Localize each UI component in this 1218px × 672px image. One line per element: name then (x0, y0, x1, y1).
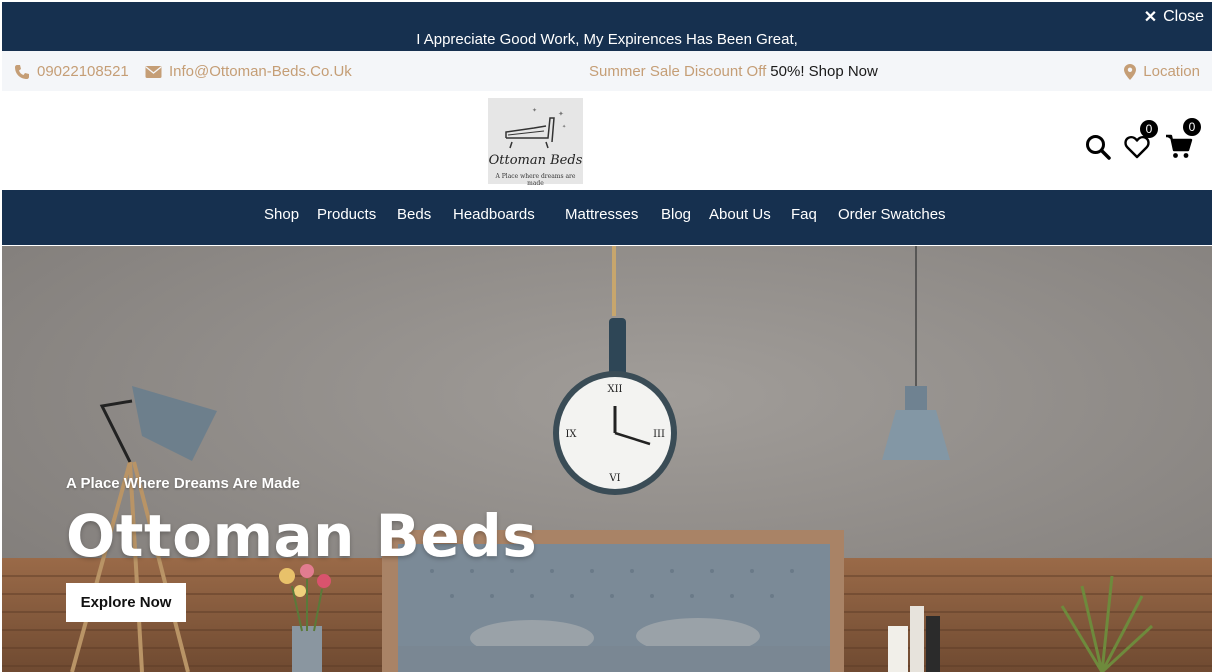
page: I Appreciate Good Work, My Expirences Ha… (2, 2, 1212, 672)
hero-banner: XII VI IX III A Place Where Dreams Are M… (2, 246, 1212, 672)
announcement-message: I Appreciate Good Work, My Expirences Ha… (416, 31, 798, 48)
close-button[interactable]: ✕ Close (1144, 7, 1204, 27)
email-link[interactable]: Info@Ottoman-Beds.Co.Uk (145, 63, 352, 80)
search-button[interactable] (1085, 134, 1111, 160)
hero-title: Ottoman Beds (66, 502, 538, 570)
top-info-bar: 09022108521 Info@Ottoman-Beds.Co.Uk Summ… (2, 51, 1212, 91)
nav-item-order-swatches[interactable]: Order Swatches (838, 206, 946, 223)
close-icon: ✕ (1143, 9, 1158, 26)
svg-text:IX: IX (565, 429, 577, 440)
nav-item-shop[interactable]: Shop (264, 206, 299, 223)
nav-item-headboards[interactable]: Headboards (453, 206, 535, 223)
cart-count-badge: 0 (1183, 118, 1201, 136)
close-label: Close (1163, 8, 1204, 25)
svg-text:XII: XII (607, 384, 622, 395)
location-label: Location (1143, 63, 1200, 80)
location-link[interactable]: Location (1124, 63, 1200, 80)
site-header: ✦ ✦ ✦ Ottoman Beds A Place where dreams … (2, 91, 1212, 190)
envelope-icon (145, 65, 162, 78)
shop-now-link[interactable]: 50%! Shop Now (770, 63, 878, 80)
nav-item-blog[interactable]: Blog (661, 206, 691, 223)
bed-logo-icon: ✦ ✦ ✦ (505, 107, 566, 149)
nav-item-beds[interactable]: Beds (397, 206, 431, 223)
svg-text:✦: ✦ (562, 124, 566, 130)
site-logo[interactable]: ✦ ✦ ✦ Ottoman Beds A Place where dreams … (488, 98, 583, 187)
nav-item-faq[interactable]: Faq (791, 206, 817, 223)
main-navigation: Shop Products Beds Headboards Mattresses… (2, 190, 1212, 245)
email-address: Info@Ottoman-Beds.Co.Uk (169, 63, 352, 80)
svg-text:✦: ✦ (532, 107, 537, 114)
phone-icon (15, 64, 29, 79)
wishlist-count-badge: 0 (1140, 120, 1158, 138)
nav-item-products[interactable]: Products (317, 206, 376, 223)
phone-number: 09022108521 (37, 63, 129, 80)
search-icon (1086, 135, 1111, 160)
nav-item-mattresses[interactable]: Mattresses (565, 206, 638, 223)
hero-subtitle: A Place Where Dreams Are Made (66, 475, 300, 492)
cart-icon (1166, 134, 1193, 158)
heart-icon (1124, 135, 1150, 159)
explore-now-button[interactable]: Explore Now (66, 583, 186, 622)
svg-text:VI: VI (608, 473, 620, 484)
logo-tagline: A Place where dreams are made (495, 173, 576, 187)
sale-text: Summer Sale Discount Off (589, 63, 767, 80)
svg-text:III: III (653, 429, 665, 440)
phone-link[interactable]: 09022108521 (14, 63, 129, 80)
announcement-bar: I Appreciate Good Work, My Expirences Ha… (2, 2, 1212, 51)
sale-banner[interactable]: Summer Sale Discount Off 50%! Shop Now (589, 63, 878, 80)
map-marker-icon (1124, 63, 1137, 80)
logo-brand: Ottoman Beds (488, 153, 583, 168)
cart-button[interactable]: 0 (1165, 118, 1201, 160)
svg-text:✦: ✦ (558, 110, 564, 118)
wishlist-button[interactable]: 0 (1124, 120, 1158, 159)
nav-item-about-us[interactable]: About Us (709, 206, 771, 223)
